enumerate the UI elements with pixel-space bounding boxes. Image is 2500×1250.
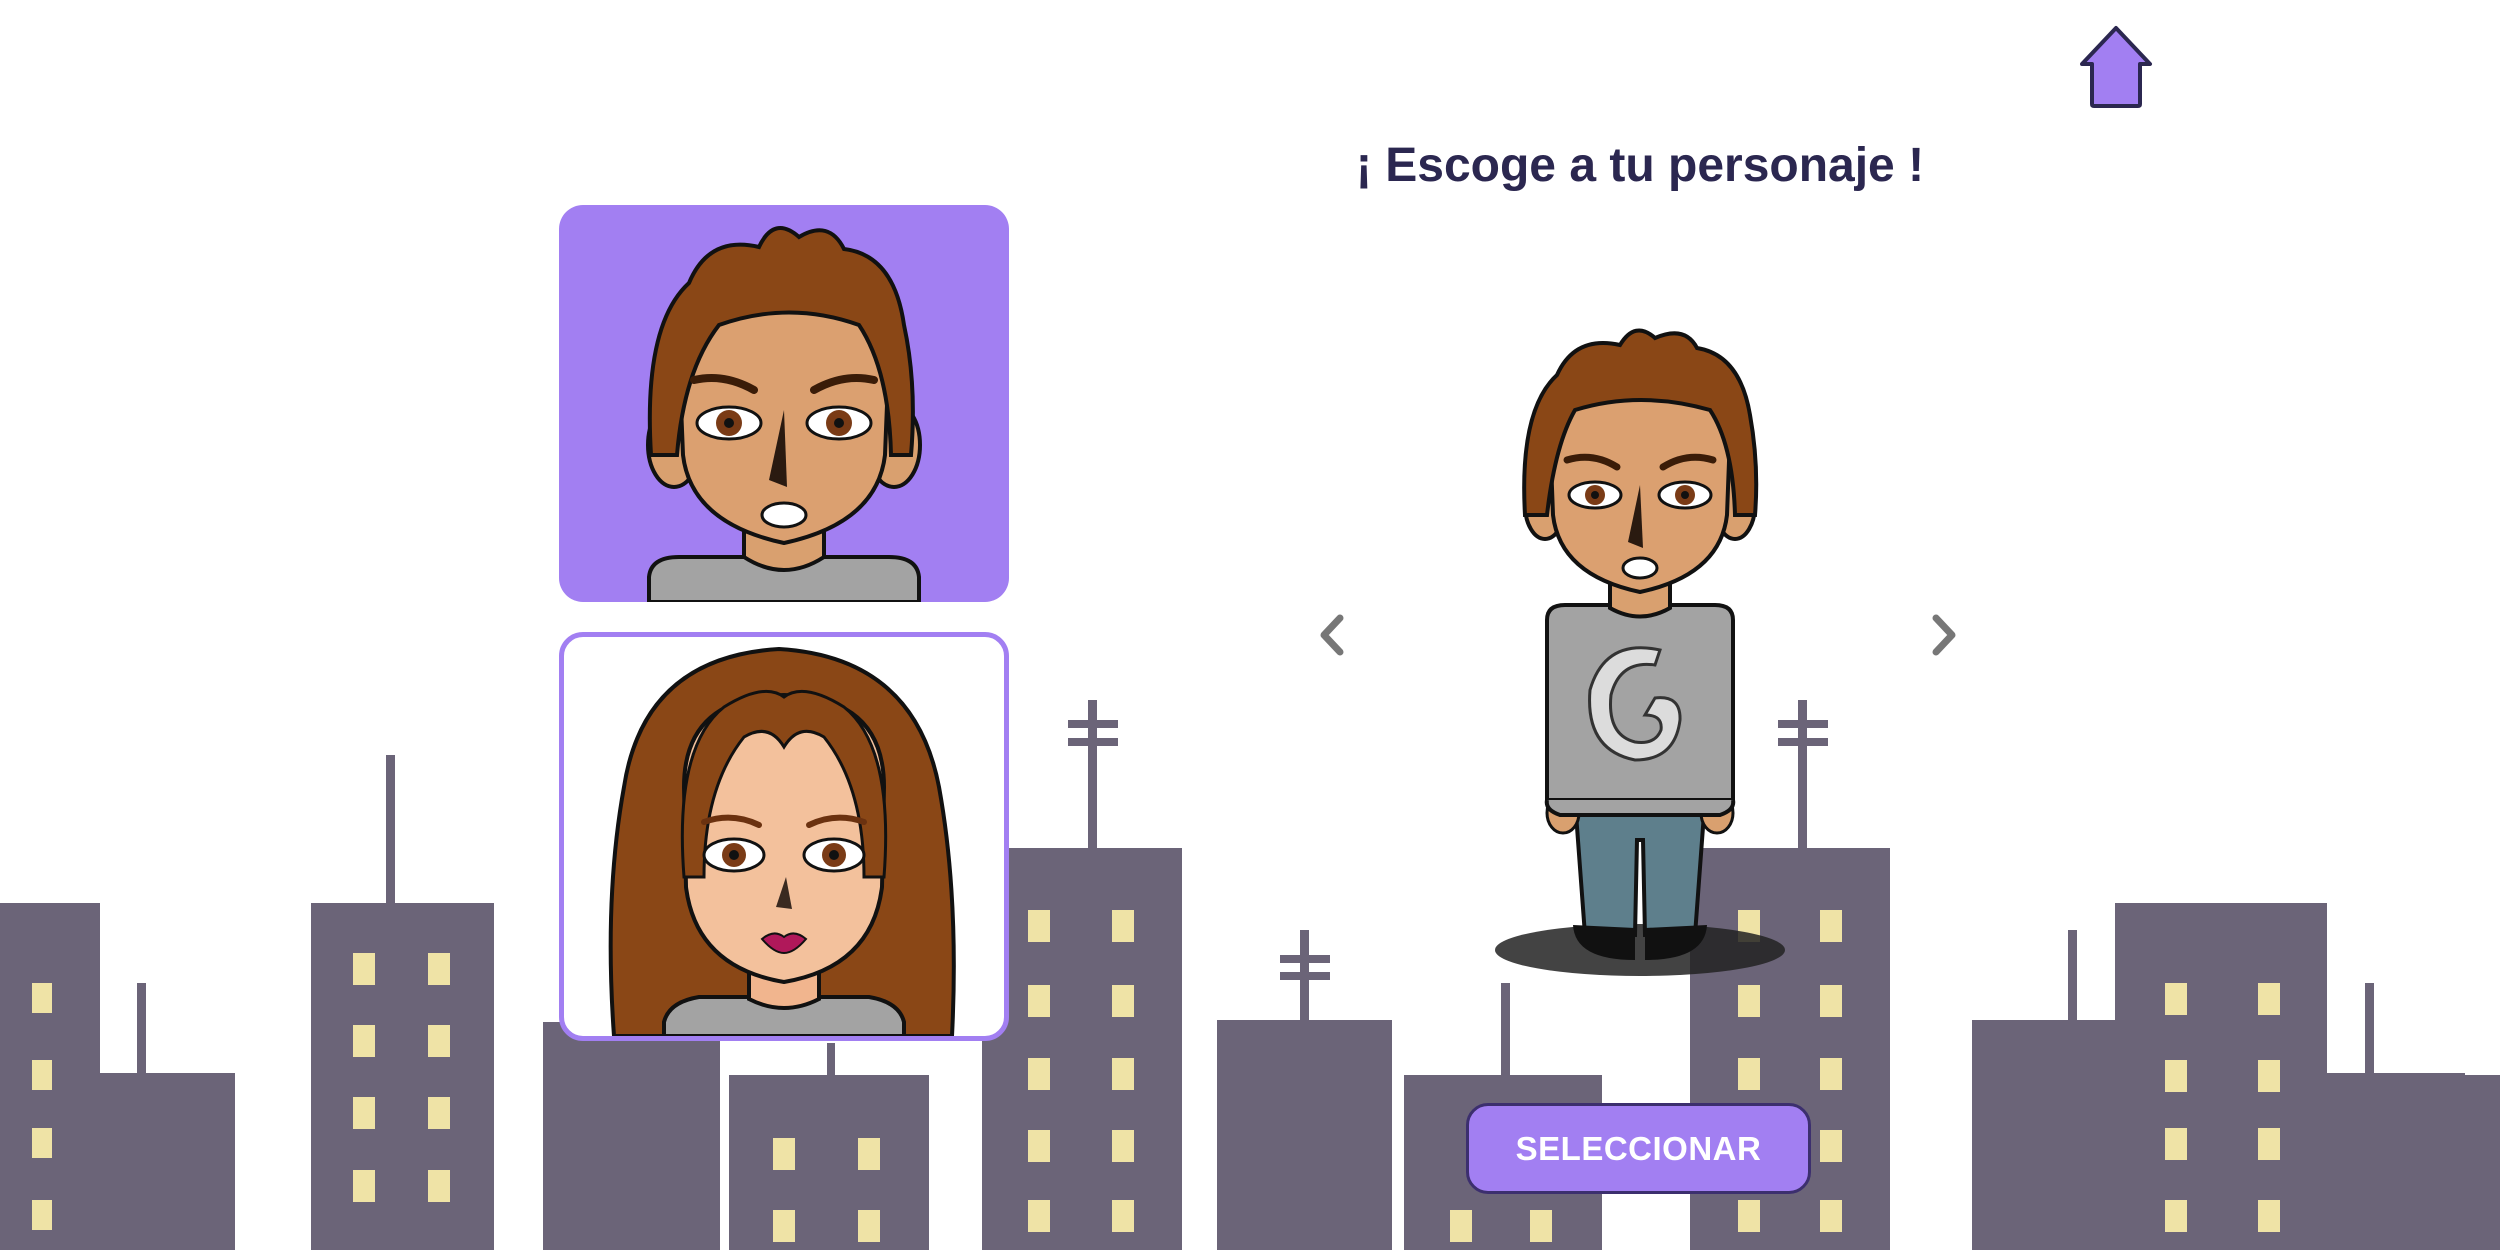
previous-character-button[interactable] bbox=[1312, 612, 1352, 658]
home-button[interactable] bbox=[2078, 24, 2154, 110]
city-skyline-background bbox=[0, 700, 2500, 1250]
select-character-button[interactable]: SELECCIONAR bbox=[1466, 1103, 1811, 1194]
house-icon bbox=[2080, 26, 2152, 108]
character-card-girl[interactable] bbox=[559, 632, 1009, 1041]
character-preview bbox=[1485, 320, 1785, 980]
character-card-boy[interactable] bbox=[559, 205, 1009, 602]
boy-avatar bbox=[646, 226, 922, 602]
page-title: ¡ Escoge a tu personaje ! bbox=[1355, 139, 1925, 192]
next-character-button[interactable] bbox=[1924, 612, 1964, 658]
chevron-right-icon bbox=[1932, 614, 1956, 656]
chevron-left-icon bbox=[1320, 614, 1344, 656]
boy-full-body bbox=[1495, 328, 1785, 976]
girl-avatar bbox=[608, 646, 956, 1036]
